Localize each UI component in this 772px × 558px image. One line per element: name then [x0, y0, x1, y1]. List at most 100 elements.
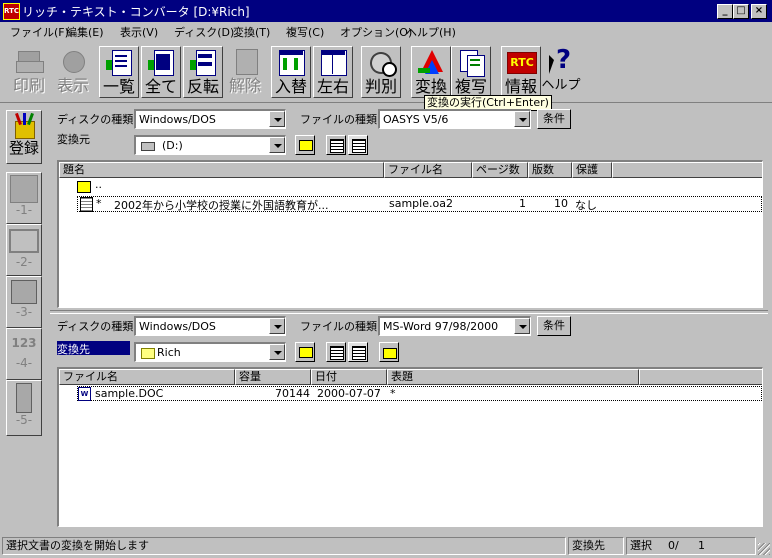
- window-title: リッチ・テキスト・コンバータ [D:¥Rich]: [22, 5, 250, 19]
- source-row-filename: sample.oa2: [389, 197, 453, 210]
- select-all-button[interactable]: 全て: [141, 46, 181, 98]
- dest-row-date: 2000-07-07: [317, 387, 381, 400]
- app-icon[interactable]: RTC: [3, 3, 20, 20]
- slot-4[interactable]: 123 -4-: [6, 328, 42, 380]
- source-file-list[interactable]: 題名 ファイル名 ページ数 版数 保護 .. * 2002年から小学校の授業に外…: [57, 160, 763, 308]
- dest-location-select[interactable]: Rich: [134, 342, 286, 362]
- deselect-button[interactable]: 解除: [225, 46, 265, 98]
- swap-button[interactable]: 入替: [271, 46, 311, 98]
- status-selection-total: 1: [698, 539, 705, 552]
- resize-grip[interactable]: [758, 543, 770, 555]
- invert-icon: [188, 48, 218, 78]
- folder-icon: [141, 348, 155, 359]
- splitter[interactable]: [50, 310, 768, 314]
- column-date[interactable]: 日付: [311, 369, 387, 385]
- menu-view[interactable]: 表示(V): [120, 24, 158, 40]
- dest-file-type-label: ファイルの種類: [300, 320, 377, 333]
- column-pages[interactable]: ページ数: [472, 162, 528, 178]
- left-right-button[interactable]: 左右: [313, 46, 353, 98]
- dest-row-title: *: [390, 387, 396, 400]
- dest-condition-button[interactable]: 条件: [537, 316, 571, 336]
- copy-icon: [456, 48, 486, 78]
- chevron-down-icon[interactable]: [514, 111, 530, 127]
- status-message: 選択文書の変換を開始します: [2, 537, 566, 555]
- source-location-select[interactable]: (D:): [134, 135, 286, 155]
- parent-folder-row[interactable]: ..: [95, 178, 102, 191]
- source-condition-button[interactable]: 条件: [537, 109, 571, 129]
- dest-up-folder-button[interactable]: [295, 342, 315, 362]
- printer-icon: [14, 47, 44, 77]
- minimize-button[interactable]: _: [717, 4, 733, 19]
- source-list-view-button[interactable]: [326, 135, 346, 155]
- identify-button[interactable]: 判別: [361, 46, 401, 98]
- dest-location-label: 変換先: [57, 341, 130, 356]
- source-row-title: 2002年から小学校の授業に外国語教育が...: [114, 199, 329, 212]
- parent-folder-icon: [77, 181, 91, 193]
- slot-1[interactable]: -1-: [6, 172, 42, 224]
- help-button[interactable]: ? ヘルプ: [541, 45, 581, 98]
- dest-disk-type-select[interactable]: Windows/DOS: [134, 316, 286, 336]
- register-button[interactable]: 登録: [6, 110, 42, 164]
- dest-file-type-select[interactable]: MS-Word 97/98/2000: [378, 316, 531, 336]
- status-target: 変換先: [568, 537, 624, 555]
- menu-copy[interactable]: 複写(C): [286, 24, 324, 40]
- source-detail-view-button[interactable]: [348, 135, 368, 155]
- menu-bar: ファイル(F) 編集(E) 表示(V) ディスク(D) 変換(T) 複写(C) …: [0, 22, 772, 41]
- column-title[interactable]: 表題: [387, 369, 639, 385]
- slot-5-icon: [16, 383, 32, 413]
- list-view-icon: [330, 346, 344, 360]
- select-all-icon: [146, 48, 176, 78]
- slot-5[interactable]: -5-: [6, 380, 42, 436]
- drive-icon: [141, 142, 155, 151]
- new-folder-button[interactable]: [379, 342, 399, 362]
- source-row-protect: なし: [575, 199, 597, 212]
- list-button[interactable]: 一覧: [99, 46, 139, 98]
- chevron-down-icon[interactable]: [514, 318, 530, 334]
- menu-file[interactable]: ファイル(F): [10, 24, 69, 40]
- dest-row-filename: sample.DOC: [95, 387, 164, 400]
- slot-3-icon: [11, 280, 37, 304]
- title-bar[interactable]: RTC リッチ・テキスト・コンバータ [D:¥Rich] _ □ ×: [0, 0, 772, 22]
- slot-3[interactable]: -3-: [6, 276, 42, 328]
- convert-button[interactable]: 変換: [411, 46, 451, 98]
- column-size[interactable]: 容量: [235, 369, 311, 385]
- source-location-label: 変換元: [57, 133, 90, 146]
- dest-file-list[interactable]: ファイル名 容量 日付 表題 W sample.DOC 70144 2000-0…: [57, 367, 763, 527]
- left-panel: 登録 -1- -2- -3- 123 -4- -5-: [4, 106, 46, 532]
- invert-button[interactable]: 反転: [183, 46, 223, 98]
- menu-help[interactable]: ヘルプ(H): [406, 24, 456, 40]
- column-protect[interactable]: 保護: [572, 162, 612, 178]
- print-button[interactable]: 印刷: [9, 46, 49, 98]
- chevron-down-icon[interactable]: [269, 111, 285, 127]
- source-row-version: 10: [554, 197, 568, 210]
- info-button[interactable]: RTC 情報: [501, 46, 541, 98]
- column-filename[interactable]: ファイル名: [384, 162, 472, 178]
- dest-detail-view-button[interactable]: [348, 342, 368, 362]
- menu-convert[interactable]: 変換(T): [233, 24, 270, 40]
- source-up-folder-button[interactable]: [295, 135, 315, 155]
- column-version[interactable]: 版数: [528, 162, 572, 178]
- menu-options[interactable]: オプション(O): [340, 24, 412, 40]
- dest-list-view-button[interactable]: [326, 342, 346, 362]
- list-view-icon: [330, 139, 344, 153]
- view-button[interactable]: 表示: [53, 46, 93, 98]
- maximize-button[interactable]: □: [733, 4, 749, 19]
- detail-view-icon: [352, 139, 366, 153]
- source-file-type-select[interactable]: OASYS V5/6: [378, 109, 531, 129]
- left-right-icon: [318, 48, 348, 78]
- column-title[interactable]: 題名: [59, 162, 384, 178]
- slot-1-icon: [10, 175, 38, 203]
- menu-edit[interactable]: 編集(E): [66, 24, 104, 40]
- column-filename[interactable]: ファイル名: [59, 369, 235, 385]
- menu-disk[interactable]: ディスク(D): [174, 24, 234, 40]
- slot-2[interactable]: -2-: [6, 224, 42, 276]
- source-disk-type-label: ディスクの種類: [57, 113, 134, 126]
- chevron-down-icon[interactable]: [269, 344, 285, 360]
- copy-button[interactable]: 複写: [451, 46, 491, 98]
- close-button[interactable]: ×: [751, 4, 767, 19]
- source-disk-type-select[interactable]: Windows/DOS: [134, 109, 286, 129]
- dest-row-selected[interactable]: [77, 386, 762, 401]
- chevron-down-icon[interactable]: [269, 137, 285, 153]
- rtc-info-icon: RTC: [506, 48, 537, 78]
- chevron-down-icon[interactable]: [269, 318, 285, 334]
